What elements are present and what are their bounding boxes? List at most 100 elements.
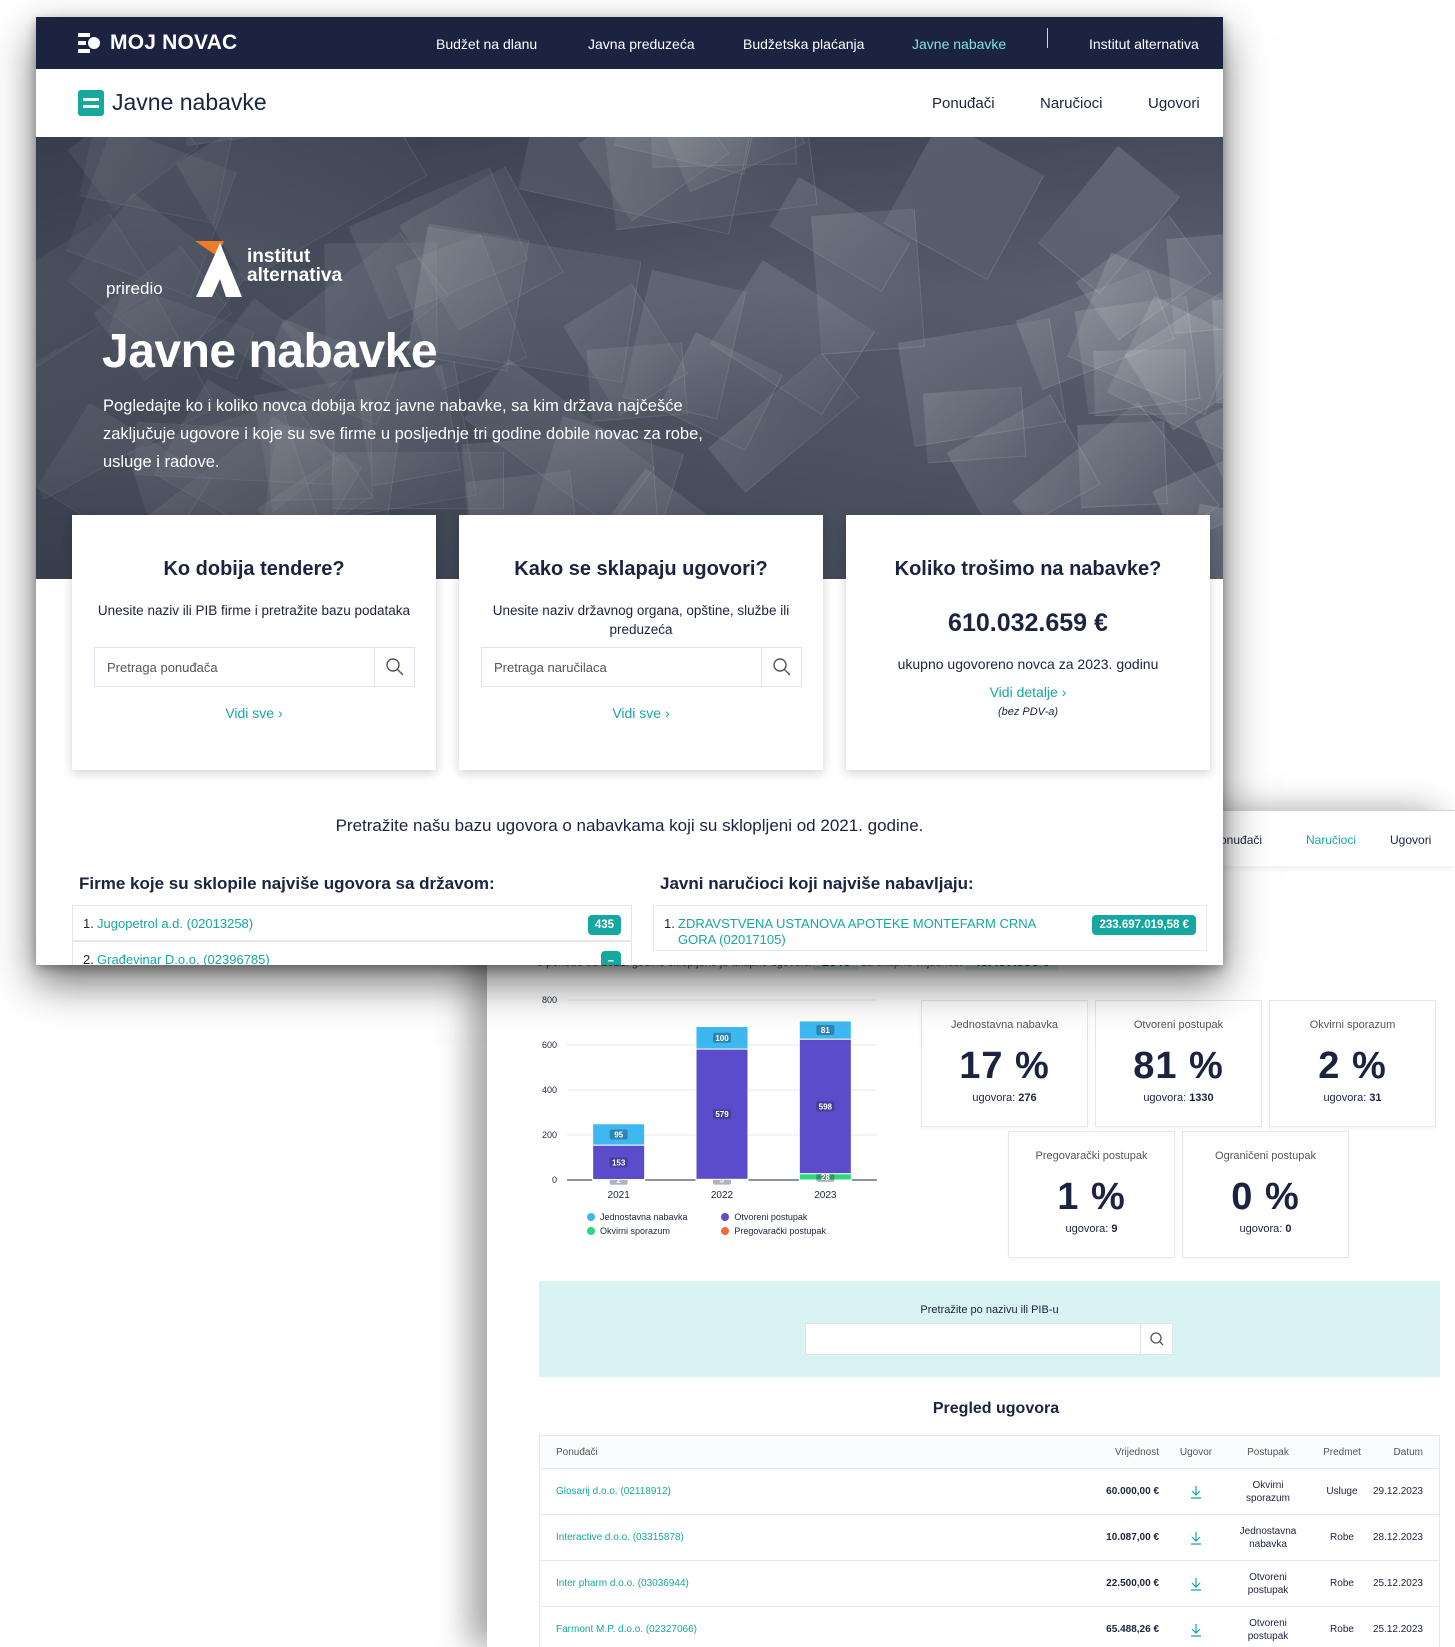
list-item[interactable]: 1. ZDRAVSTVENA USTANOVA APOTEKE MONTEFAR… <box>653 905 1207 951</box>
th-vrijednost[interactable]: Vrijednost <box>1115 1436 1159 1468</box>
home-window: MOJ NOVAC Budžet na dlanu Javna preduzeć… <box>36 17 1223 965</box>
legend-item[interactable]: Otvoreni postupak <box>721 1212 855 1222</box>
stat-label: Okvirni sporazum <box>1309 1019 1396 1031</box>
stat-count: ugovora: 276 <box>972 1092 1037 1104</box>
see-all-link[interactable]: Vidi sve › <box>459 705 823 721</box>
subnav-ugovori[interactable]: Ugovori <box>1148 95 1200 112</box>
legend-dot-icon <box>721 1227 730 1235</box>
brand-icon <box>78 89 104 116</box>
stat-count: ugovora: 31 <box>1323 1092 1382 1104</box>
y-tick-label: 0 <box>552 1175 557 1185</box>
stat-count: ugovora: 1330 <box>1143 1092 1214 1104</box>
moj-novac-logo[interactable]: MOJ NOVAC <box>76 25 237 61</box>
contract-search-button[interactable] <box>1140 1324 1172 1354</box>
x-tick-label: 2022 <box>711 1190 734 1201</box>
row-bidder-link[interactable]: Interactive d.o.o. (03315878) <box>556 1515 684 1560</box>
firm-link[interactable]: Jugopetrol a.d. (02013258) <box>97 916 253 932</box>
card-title: Ko dobija tendere? <box>163 558 345 580</box>
stat-percent: 2 % <box>1318 1045 1387 1087</box>
buyer-search-input[interactable]: Pretraga naručilaca <box>481 647 802 687</box>
legend-item[interactable]: Pregovarački postupak <box>721 1226 855 1236</box>
table-header-row: Ponuđači Vrijednost Ugovor Postupak Pred… <box>540 1436 1439 1468</box>
data-label: 598 <box>819 1102 833 1111</box>
search-icon <box>1150 1332 1164 1346</box>
stat-label: Ograničeni postupak <box>1215 1150 1316 1162</box>
table-row: Interactive d.o.o. (03315878) 10.087,00 … <box>540 1514 1439 1560</box>
th-datum[interactable]: Datum <box>1367 1436 1423 1468</box>
legend-label: Otvoreni postupak <box>734 1212 808 1222</box>
legend-label: Pregovarački postupak <box>734 1226 826 1236</box>
data-label: 100 <box>715 1034 729 1043</box>
prepared-by-label: priredio <box>106 279 163 298</box>
nav-narucioci[interactable]: Naručioci <box>1306 833 1356 847</box>
contract-search-input[interactable] <box>805 1323 1173 1355</box>
stat-percent: 17 % <box>959 1045 1050 1087</box>
subnav-narucioci[interactable]: Naručioci <box>1040 95 1103 112</box>
y-tick-label: 200 <box>542 1130 557 1140</box>
row-date: 28.12.2023 <box>1372 1532 1423 1543</box>
download-icon[interactable] <box>1176 1469 1216 1514</box>
topnav-nabavke[interactable]: Javne nabavke <box>912 36 1006 52</box>
row-bidder-link[interactable]: Inter pharm d.o.o. (03036944) <box>556 1561 689 1606</box>
th-postupak[interactable]: Postupak <box>1233 1436 1303 1468</box>
hero-title: Javne nabavke <box>102 325 438 378</box>
y-tick-label: 400 <box>542 1085 557 1095</box>
data-label: 579 <box>715 1110 729 1119</box>
institut-alternativa-logo[interactable] <box>190 239 250 299</box>
stat-percent: 1 % <box>1057 1176 1126 1218</box>
row-value: 22.500,00 € <box>1106 1578 1159 1589</box>
stat-label: Otvoreni postupak <box>1133 1019 1224 1031</box>
topnav-placanja[interactable]: Budžetska plaćanja <box>743 36 864 52</box>
stat-label: Pregovarački postupak <box>1035 1150 1148 1162</box>
see-details-link[interactable]: Vidi detalje › <box>846 684 1210 700</box>
firm-link[interactable]: Građevinar D.o.o. (02396785) <box>97 952 270 965</box>
card-title: Koliko trošimo na nabavke? <box>894 558 1162 580</box>
stat-okvirni: Okvirni sporazum 2 % ugovora: 31 <box>1269 1000 1436 1127</box>
section-navbar: Javne nabavke Ponuđači Naručioci Ugovori <box>36 69 1223 137</box>
y-tick-label: 600 <box>542 1040 557 1050</box>
legend-dot-icon <box>587 1213 595 1221</box>
section-brand[interactable]: Javne nabavke <box>78 89 267 116</box>
row-bidder-link[interactable]: Farmont M.P. d.o.o. (02327066) <box>556 1607 697 1647</box>
search-icon[interactable] <box>374 648 414 686</box>
total-caption: ukupno ugovoreno novca za 2023. godinu <box>897 656 1159 672</box>
stat-percent: 81 % <box>1133 1045 1224 1087</box>
y-tick-label: 800 <box>542 995 557 1005</box>
nav-ugovori[interactable]: Ugovori <box>1390 833 1431 847</box>
subnav-ponudjaci[interactable]: Ponuđači <box>932 95 995 112</box>
download-icon[interactable] <box>1176 1561 1216 1606</box>
topnav-preduzeca[interactable]: Javna preduzeća <box>588 36 695 52</box>
legend-item[interactable]: Okvirni sporazum <box>587 1226 721 1236</box>
card-desc: Unesite naziv ili PIB firme i pretražite… <box>97 603 411 618</box>
row-procedure: Otvoreni postupak <box>1247 1617 1289 1642</box>
count-badge: – <box>600 951 621 965</box>
card-title: Kako se sklapaju ugovori? <box>514 558 768 580</box>
th-predmet[interactable]: Predmet <box>1317 1436 1367 1468</box>
row-bidder-link[interactable]: Glosarij d.o.o. (02118912) <box>556 1469 671 1514</box>
vat-note: (bez PDV-a) <box>997 706 1059 718</box>
count-badge: 435 <box>587 915 621 935</box>
list-item[interactable]: 1. Jugopetrol a.d. (02013258) 435 <box>72 905 632 941</box>
row-subject: Usluge <box>1326 1486 1358 1497</box>
row-subject: Robe <box>1330 1532 1354 1543</box>
contracts-table-title: Pregled ugovora <box>932 1400 1060 1417</box>
see-all-link[interactable]: Vidi sve › <box>72 705 436 721</box>
search-icon[interactable] <box>761 648 801 686</box>
topnav-institut[interactable]: Institut alternativa <box>1089 36 1199 52</box>
buyer-link[interactable]: ZDRAVSTVENA USTANOVA APOTEKE MONTEFARM C… <box>678 916 1068 948</box>
data-label: 95 <box>614 1130 623 1139</box>
legend-item[interactable]: Jednostavna nabavka <box>587 1212 721 1222</box>
bidder-search-input[interactable]: Pretraga ponuđača <box>94 647 415 687</box>
th-ponudjaci[interactable]: Ponuđači <box>556 1436 598 1468</box>
stat-pregovaracki: Pregovarački postupak 1 % ugovora: 9 <box>1008 1131 1175 1258</box>
list-item[interactable]: 2. Građevinar D.o.o. (02396785) – <box>72 941 632 965</box>
stat-ograniceni: Ograničeni postupak 0 % ugovora: 0 <box>1182 1131 1349 1258</box>
topnav-budzet[interactable]: Budžet na dlanu <box>436 36 537 52</box>
logo-text: MOJ NOVAC <box>110 31 238 54</box>
download-icon[interactable] <box>1176 1515 1216 1560</box>
total-amount: 610.032.659 € <box>948 609 1108 637</box>
data-label: 81 <box>821 1026 830 1035</box>
row-date: 25.12.2023 <box>1372 1624 1423 1635</box>
download-icon[interactable] <box>1176 1607 1216 1647</box>
database-intro: Pretražite našu bazu ugovora o nabavkama… <box>335 816 924 835</box>
